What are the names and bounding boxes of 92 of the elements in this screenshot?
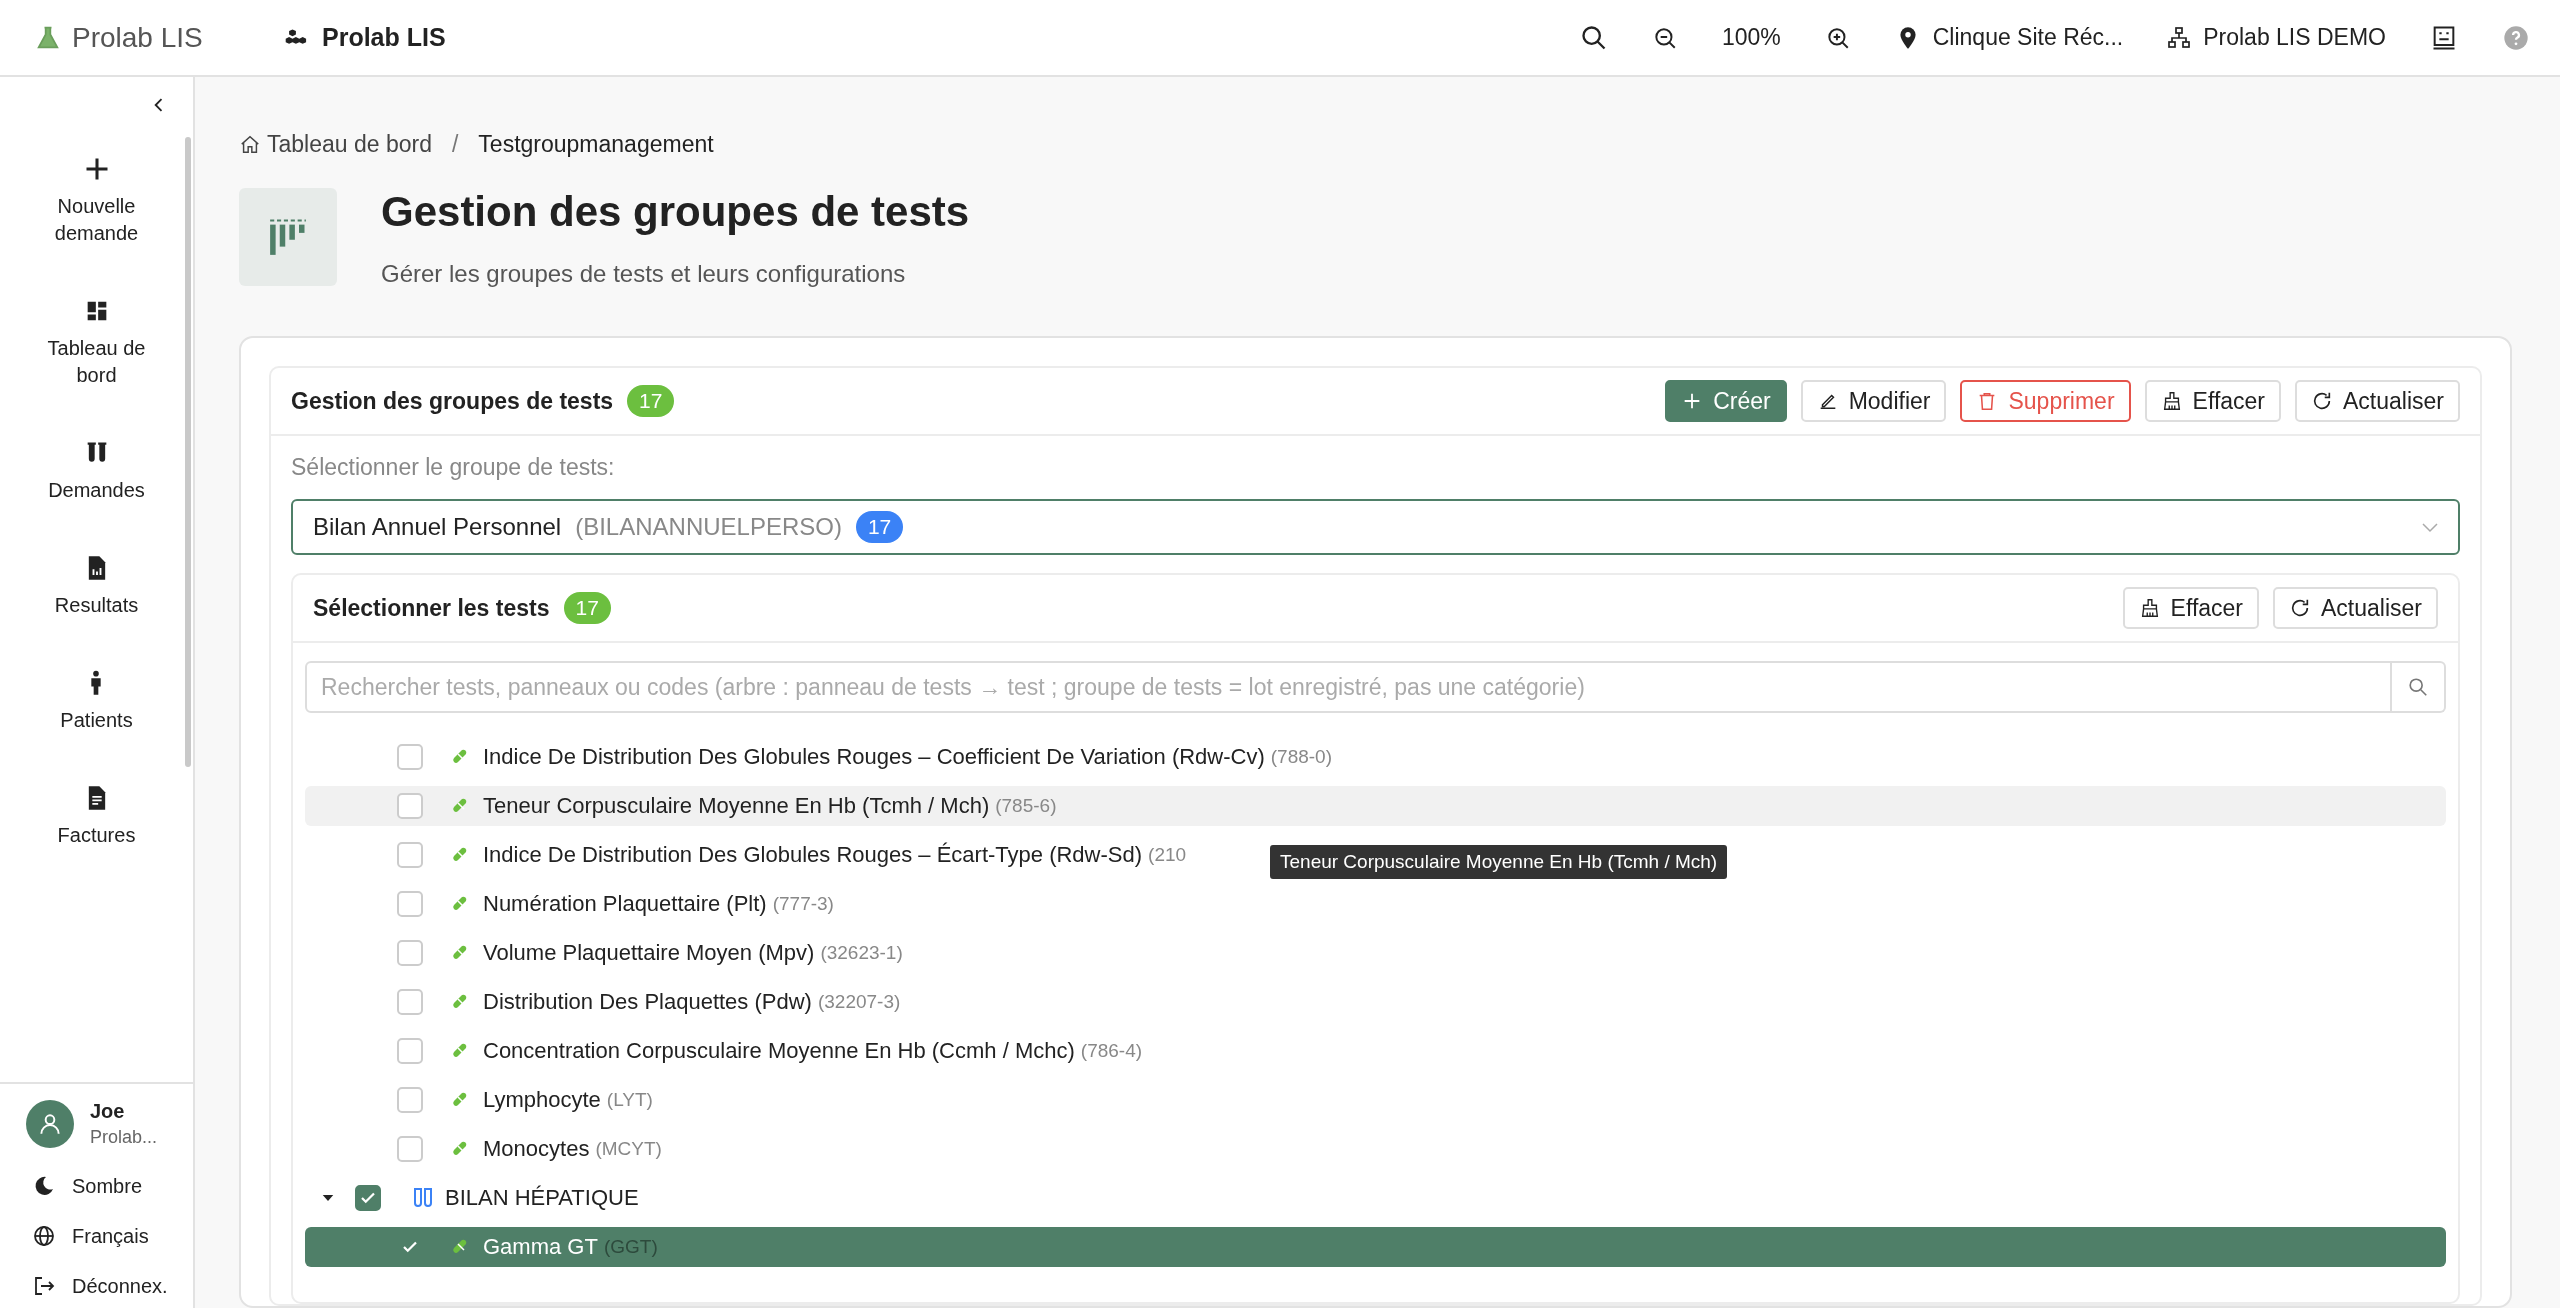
test-code: (32207-3) bbox=[817, 991, 901, 1013]
action-button[interactable]: Supprimer bbox=[1960, 380, 2131, 422]
test-name: Lymphocyte bbox=[483, 1087, 601, 1113]
checkbox[interactable] bbox=[397, 744, 423, 770]
home-icon bbox=[239, 133, 261, 156]
action-button[interactable]: Effacer bbox=[2144, 380, 2281, 422]
panel-row[interactable]: BILAN HÉPATIQUE bbox=[305, 1178, 2446, 1218]
test-code: (210 bbox=[1148, 844, 1187, 866]
sidebar-action[interactable]: Déconnex. bbox=[26, 1274, 193, 1298]
action-button[interactable]: Créer bbox=[1665, 380, 1787, 422]
organization-selector[interactable]: Prolab LIS DEMO bbox=[2203, 24, 2386, 51]
action-button[interactable]: Actualiser bbox=[2295, 380, 2460, 422]
field-label: Sélectionner le groupe de tests: bbox=[291, 454, 616, 481]
checkbox[interactable] bbox=[397, 793, 423, 819]
user-organization: Prolab... bbox=[90, 1127, 158, 1148]
site-selector[interactable]: Clinque Site Réc... bbox=[1932, 24, 2124, 51]
test-row[interactable]: Numération Plaquettaire (Plt) (777-3) bbox=[305, 884, 854, 924]
test-name: Gamma GT bbox=[483, 1234, 598, 1260]
checkbox[interactable] bbox=[397, 1087, 423, 1113]
select-value: Bilan Annuel Personnel bbox=[313, 513, 562, 541]
group-select[interactable]: Bilan Annuel Personnel (BILANANNUELPERSO) 17 bbox=[291, 499, 2460, 555]
action-button[interactable]: Modifier bbox=[1800, 380, 1947, 422]
test-row[interactable]: Lymphocyte (LYT) bbox=[305, 1080, 673, 1120]
count-badge: 17 bbox=[627, 385, 675, 417]
test-row[interactable]: Distribution Des Plaquettes (Pdw) (32207-3) bbox=[305, 982, 921, 1022]
panel-title: Sélectionner les tests bbox=[313, 594, 550, 622]
test-code: (LYT) bbox=[606, 1089, 653, 1111]
search-icon bbox=[2407, 676, 2429, 698]
test-tubes-icon bbox=[411, 1186, 435, 1210]
checkbox[interactable] bbox=[397, 891, 423, 917]
select-code: (BILANANNUELPERSO) bbox=[575, 513, 842, 541]
tooltip: Teneur Corpusculaire Moyenne En Hb (Tcmh / Mch) bbox=[1270, 845, 1728, 879]
test-row[interactable]: Concentration Corpusculaire Moyenne En Hb (Ccmh / Mchc) (786-4) bbox=[305, 1031, 1163, 1071]
checkbox[interactable] bbox=[397, 1038, 423, 1064]
test-name: Monocytes bbox=[483, 1136, 590, 1162]
breadcrumb-link[interactable]: Tableau de bord bbox=[267, 131, 432, 158]
nav-item[interactable]: Factures bbox=[57, 784, 136, 849]
test-code: (788-0) bbox=[1270, 746, 1332, 768]
workspace-name: Prolab LIS bbox=[322, 23, 446, 52]
zoom-level: 100% bbox=[1721, 24, 1781, 51]
test-name: Indice De Distribution Des Globules Rouges – Écart-Type (Rdw-Sd) bbox=[483, 842, 1143, 868]
nav-item[interactable]: Nouvelle demande bbox=[31, 155, 162, 247]
action-button[interactable]: Effacer bbox=[2122, 587, 2259, 629]
checkbox[interactable] bbox=[397, 940, 423, 966]
nav-item[interactable]: Patients bbox=[60, 669, 133, 734]
search-field[interactable]: Rechercher tests, panneaux ou codes (arbre : panneau de tests → test ; groupe de tests = lot enregistré, pas une catégorie) bbox=[305, 661, 2392, 713]
checkbox[interactable] bbox=[397, 989, 423, 1015]
refresh-icon bbox=[2289, 597, 2311, 619]
test-row[interactable]: Volume Plaquettaire Moyen (Mpv) (32623-1) bbox=[305, 933, 923, 973]
page-subtitle: Gérer les groupes de tests et leurs configurations bbox=[381, 260, 907, 288]
test-name: Indice De Distribution Des Globules Rouges – Coefficient De Variation (Rdw-Cv) bbox=[483, 744, 1265, 770]
test-row[interactable]: Monocytes (MCYT) bbox=[305, 1129, 682, 1169]
action-button[interactable]: Actualiser bbox=[2273, 587, 2438, 629]
page-title: Gestion des groupes de tests bbox=[381, 188, 970, 236]
checkbox[interactable] bbox=[397, 1136, 423, 1162]
test-row[interactable]: Teneur Corpusculaire Moyenne En Hb (Tcmh / Mch) (785-6) bbox=[305, 786, 2446, 826]
scrollbar[interactable] bbox=[185, 137, 191, 767]
test-name: Volume Plaquettaire Moyen (Mpv) bbox=[483, 940, 815, 966]
nav-item[interactable]: Demandes bbox=[48, 439, 145, 504]
nav-item[interactable]: Resultats bbox=[54, 554, 139, 619]
app-logo-text: Prolab LIS bbox=[72, 21, 203, 54]
sidebar-action[interactable]: Sombre bbox=[26, 1174, 193, 1198]
test-name: Teneur Corpusculaire Moyenne En Hb (Tcmh / Mch) bbox=[483, 793, 990, 819]
count-badge: 17 bbox=[563, 592, 611, 624]
breadcrumb-separator: / bbox=[451, 131, 459, 158]
search-icon bbox=[1579, 23, 1608, 52]
globe-icon bbox=[32, 1224, 56, 1248]
test-name: Concentration Corpusculaire Moyenne En Hb (Ccmh / Mchc) bbox=[483, 1038, 1075, 1064]
search-button[interactable] bbox=[2392, 661, 2446, 713]
test-code: (MCYT) bbox=[595, 1138, 662, 1160]
sidebar-action[interactable]: Français bbox=[26, 1224, 193, 1248]
breadcrumb-current: Testgroupmanagement bbox=[478, 131, 714, 158]
help-icon bbox=[2502, 23, 2530, 52]
hierarchy-icon bbox=[2167, 25, 2192, 50]
user-name: Joe bbox=[90, 1100, 126, 1123]
panel-title: Gestion des groupes de tests bbox=[291, 387, 614, 415]
panel-name: BILAN HÉPATIQUE bbox=[445, 1185, 639, 1211]
count-badge: 17 bbox=[855, 511, 904, 543]
test-row[interactable]: Indice De Distribution Des Globules Rouges – Coefficient De Variation (Rdw-Cv) (788-0) bbox=[305, 737, 1352, 777]
test-name: Distribution Des Plaquettes (Pdw) bbox=[483, 989, 812, 1015]
checkbox[interactable] bbox=[355, 1185, 381, 1211]
test-code: (785-6) bbox=[995, 795, 1057, 817]
test-code: (786-4) bbox=[1080, 1040, 1143, 1062]
test-code: (777-3) bbox=[772, 893, 834, 915]
logout-icon bbox=[32, 1274, 56, 1298]
nav-item[interactable]: Tableau de bord bbox=[31, 297, 162, 389]
checkbox[interactable] bbox=[397, 842, 423, 868]
refresh-icon bbox=[2311, 390, 2333, 412]
test-row[interactable]: Indice De Distribution Des Globules Rouges – Écart-Type (Rdw-Sd) (210 bbox=[305, 835, 1207, 875]
test-name: Numération Plaquettaire (Plt) bbox=[483, 891, 767, 917]
test-code: (32623-1) bbox=[820, 942, 903, 964]
avatar[interactable] bbox=[26, 1100, 74, 1148]
